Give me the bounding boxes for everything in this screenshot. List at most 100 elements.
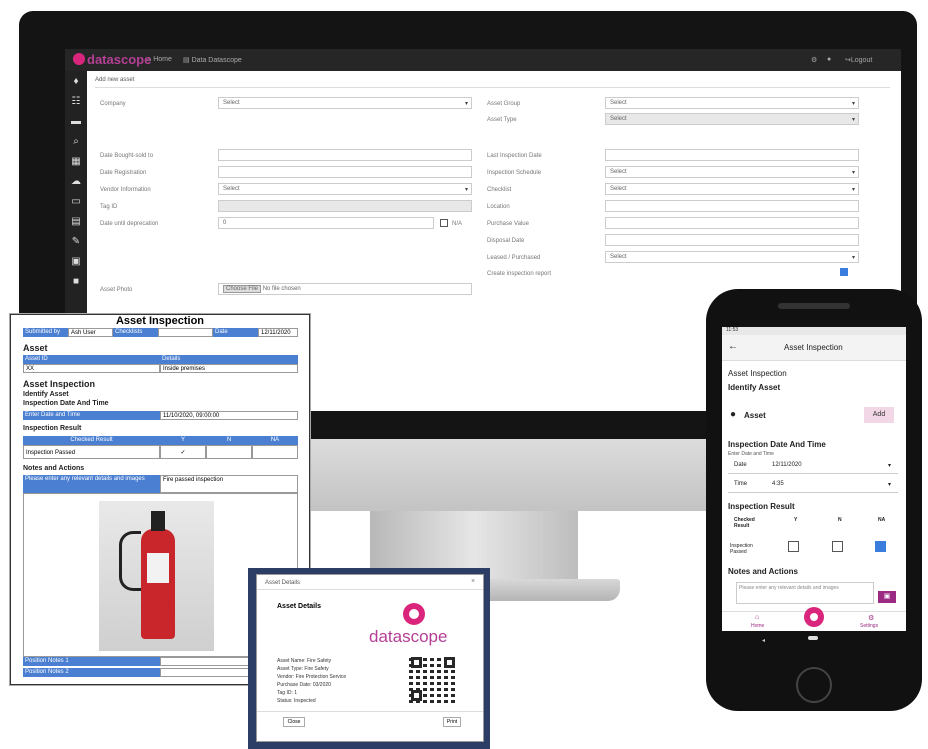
asset-group-select[interactable]: Select ▾ (605, 97, 859, 109)
date-registration-input[interactable] (218, 166, 472, 178)
asset-label: Asset (744, 411, 766, 420)
users-icon[interactable]: ☷ (70, 97, 82, 107)
phone-appbar: ← Asset Inspection (722, 335, 906, 361)
result-n-checkbox[interactable] (832, 541, 843, 552)
result-col-na: NA (878, 517, 886, 523)
qr-code-icon (409, 655, 457, 703)
divider (95, 87, 890, 88)
chevron-down-icon: ▾ (888, 463, 892, 469)
chevron-down-icon: ▾ (851, 255, 855, 261)
asset-type-select[interactable]: Select ▾ (605, 113, 859, 125)
report-header-row: Submitted by Ash User Checklists Date 12… (23, 328, 298, 337)
tab-add-asset[interactable]: Add new asset (95, 77, 134, 83)
monitor-icon[interactable]: ▭ (70, 197, 82, 207)
result-row: Inspection Passed ✓ (23, 445, 298, 459)
gear-icon[interactable]: ⚙ (811, 56, 817, 64)
result-col-checked: Checked Result (734, 517, 755, 529)
user-icon[interactable]: ● (827, 56, 831, 63)
date-bought-input[interactable] (218, 149, 472, 161)
report-title: Asset Inspection (115, 315, 205, 327)
nav-home-label[interactable]: Home (751, 623, 764, 629)
nav-data[interactable]: ▤ Data Datascope (183, 56, 242, 64)
result-y-checkbox[interactable] (788, 541, 799, 552)
tag-id-input[interactable] (218, 200, 472, 212)
result-na-checkbox[interactable] (875, 541, 886, 552)
close-icon[interactable]: × (471, 578, 475, 585)
extinguisher-label (147, 553, 169, 583)
purchase-value-input[interactable] (605, 217, 859, 229)
clipboard-icon[interactable]: ▤ (70, 217, 82, 227)
asset-row: XX Inside premises (23, 364, 298, 373)
search-icon[interactable]: ⌕ (70, 137, 82, 147)
back-icon[interactable]: ◂ (762, 637, 765, 644)
leased-label: Leased / Purchased (487, 255, 541, 261)
divider (257, 589, 483, 590)
result-row-label: Inspection Passed (730, 543, 753, 555)
asset-group-label: Asset Group (487, 101, 521, 107)
disposal-date-input[interactable] (605, 234, 859, 246)
asset-icon: ● (730, 409, 737, 420)
home-icon[interactable]: ⌂ (755, 614, 759, 621)
date-registration-label: Date Registration (100, 170, 147, 176)
extinguisher-body (141, 529, 175, 639)
chevron-down-icon: ▾ (464, 187, 468, 193)
last-inspection-input[interactable] (605, 149, 859, 161)
settings-icon[interactable]: ⚙ (868, 614, 874, 622)
vendor-select[interactable]: Select ▾ (218, 183, 472, 195)
extinguisher-hose (119, 531, 141, 591)
result-cols: Checked Result Y N NA (23, 436, 298, 445)
top-navbar: datascope ⌂ Home ▤ Data Datascope ⚙ ● ↪L… (65, 49, 901, 71)
edit-icon[interactable]: ✎ (70, 237, 82, 247)
cloud-icon[interactable]: ☁ (70, 177, 82, 187)
leased-select[interactable]: Select ▾ (605, 251, 859, 263)
choose-file-button[interactable]: Choose File (223, 285, 262, 293)
folder-icon[interactable]: ▬ (70, 117, 82, 127)
result-heading: Inspection Result (23, 425, 82, 432)
add-button[interactable]: Add (864, 407, 894, 423)
asset-photo-label: Asset Photo (100, 287, 133, 293)
disposal-date-label: Disposal Date (487, 238, 525, 244)
close-button[interactable]: Close (283, 717, 305, 727)
camera-icon[interactable]: ▣ (878, 591, 896, 603)
chevron-down-icon: ▾ (851, 117, 855, 123)
time-label: Time (734, 481, 748, 487)
home-button[interactable] (796, 667, 832, 703)
brand-logo[interactable]: datascope (73, 52, 151, 67)
nav-home[interactable]: ⌂ Home (147, 56, 172, 63)
notes-input[interactable]: Please enter any relevant details and im… (736, 582, 874, 604)
company-select[interactable]: Select ▾ (218, 97, 472, 109)
notes-heading: Notes and Actions (728, 567, 798, 576)
logo-icon (73, 53, 85, 65)
vendor-label: Vendor Information (100, 187, 151, 193)
time-value[interactable]: 4:35 (772, 481, 784, 487)
divider (728, 492, 898, 493)
report-icon[interactable]: ▣ (70, 257, 82, 267)
inspection-schedule-select[interactable]: Select ▾ (605, 166, 859, 178)
nav-settings-label[interactable]: Settings (860, 623, 878, 629)
phone-title: Asset Inspection (784, 343, 843, 352)
pin-icon[interactable]: ♦ (70, 77, 82, 87)
divider (257, 711, 483, 712)
chevron-down-icon: ▾ (851, 170, 855, 176)
result-col-y: Y (794, 517, 798, 523)
na-checkbox[interactable] (440, 219, 448, 227)
home-pill-icon[interactable] (808, 636, 818, 640)
logout-link[interactable]: ↪Logout (845, 56, 872, 64)
video-icon[interactable]: ■ (70, 277, 82, 287)
checklist-label: Checklist (487, 187, 512, 193)
location-input[interactable] (605, 200, 859, 212)
create-report-checkbox[interactable] (840, 268, 848, 276)
asset-photo-input[interactable]: Choose File No file chosen (218, 283, 472, 295)
extinguisher-photo (99, 501, 214, 651)
details-list: Asset Name: Fire Safety Asset Type: Fire… (277, 658, 347, 704)
checklist-select[interactable]: Select ▾ (605, 183, 859, 195)
logo-icon[interactable] (804, 607, 824, 627)
cart-icon[interactable]: ▦ (70, 157, 82, 167)
phone-speaker (778, 303, 850, 309)
date-value[interactable]: 12/11/2020 (772, 462, 802, 468)
divider (728, 473, 898, 474)
last-inspection-label: Last Inspection Date (487, 153, 542, 159)
print-button[interactable]: Print (443, 717, 461, 727)
back-arrow-icon[interactable]: ← (728, 341, 738, 352)
deprecation-input[interactable]: 0 (218, 217, 434, 229)
